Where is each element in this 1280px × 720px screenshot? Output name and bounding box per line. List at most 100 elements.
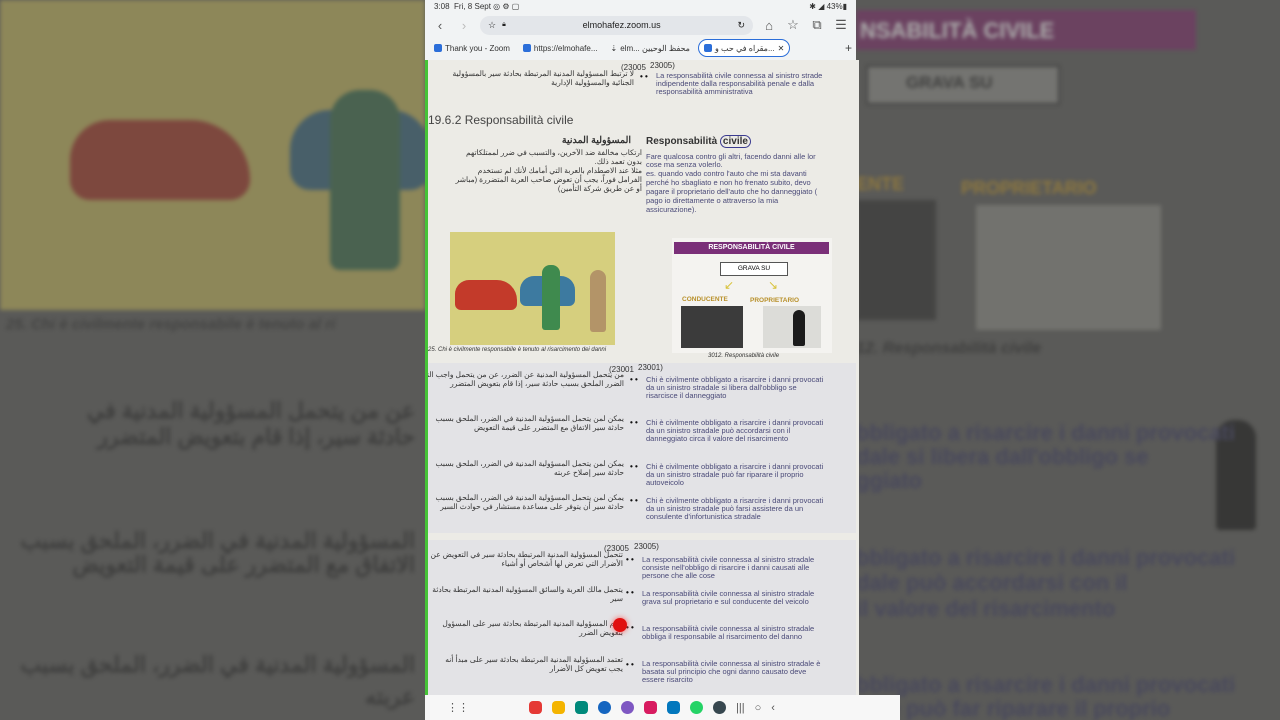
definition-line: assicurazione). — [646, 205, 697, 214]
status-time: 3:08 — [434, 2, 450, 11]
lock-icon[interactable]: 🔒︎ — [502, 21, 506, 29]
bg-grava: GRAVA SU — [906, 73, 993, 92]
menu-icon[interactable]: ☰ — [833, 17, 849, 33]
tab-strip: Thank you - Zoom https://elmohafe... ⇣ el… — [425, 37, 856, 59]
italian-text: autoveicolo — [646, 478, 684, 487]
close-tab-icon[interactable]: ✕ — [778, 44, 785, 53]
arrow-icon: ↙ — [724, 278, 735, 292]
arabic-text: حادثة سير إصلاح عربته — [553, 468, 624, 477]
accident-illustration — [450, 232, 615, 345]
recents-icon[interactable]: ||| — [736, 702, 745, 714]
arabic-text: يمكن لمن يتحمل المسؤولية المدنية في الضر… — [435, 493, 624, 502]
bg-text: dale si libera dall'obbligo se — [856, 444, 1149, 469]
home-icon[interactable]: ⌂ — [761, 18, 777, 33]
arabic-heading: المسؤولية المدنية — [561, 135, 631, 146]
android-navbar: ⋮⋮ ||| ○ ‹ — [425, 695, 900, 720]
arabic-text: من يتحمل المسؤولية المدنية عن الضرر، عن … — [425, 370, 624, 379]
bullet: • • — [640, 72, 648, 81]
arabic-text: حادثة سير الاتفاق مع المتضرر على قيمة ال… — [473, 423, 624, 432]
responsibility-diagram: RESPONSABILITÀ CIVILE GRAVA SU ↙ ↘ CONDU… — [672, 238, 832, 353]
arabic-text: الضرر الملحق بسبب حادثة سير، إذا قام بتع… — [450, 379, 624, 388]
figure-caption: 3012. Responsabilità civile — [708, 353, 780, 359]
arrow-icon: ↘ — [768, 278, 779, 292]
background-illustration — [0, 0, 425, 310]
bullet: • • — [630, 418, 638, 427]
driver-photo — [681, 306, 743, 348]
tabs-icon[interactable]: ⧉ — [809, 17, 825, 33]
arabic-definition: ارتكاب مخالفة ضد الآخرين، والتسبب في ضرر… — [466, 148, 642, 157]
bullet: • • — [626, 588, 634, 597]
background-left: 25. Chi è civilmente responsabile è tenu… — [0, 0, 425, 720]
tab-label: Thank you - Zoom — [445, 43, 510, 53]
whatsapp-icon[interactable] — [690, 701, 703, 714]
bullet: • • — [630, 462, 638, 471]
tab-zoom[interactable]: Thank you - Zoom — [429, 40, 515, 56]
arabic-text: تتحمل المسؤولية المدنية المرتبطة بحادثة … — [430, 550, 624, 559]
app-drawer-icon[interactable]: ⋮⋮ — [447, 701, 469, 714]
tab-elmohafez[interactable]: https://elmohafe... — [518, 40, 603, 56]
zoom-icon — [522, 44, 531, 52]
bg-text: bbligato a risarcire i danni provocati — [856, 420, 1235, 445]
arabic-text: يتحمل مالك العربة والسائق المسؤولية المد… — [432, 585, 623, 594]
italian-text: risarcisce il danneggiato — [646, 391, 727, 400]
bg-arabic: عن من يتحمل المسؤولية المدنية في — [86, 398, 415, 423]
status-date: Fri, 8 Sept — [454, 2, 491, 11]
app-icon[interactable] — [575, 701, 588, 714]
zoom-icon — [434, 44, 442, 52]
arabic-definition: مثلا عند الاصطدام بالعربة التي أمامك لأن… — [477, 166, 642, 175]
diagram-grava: GRAVA SU — [720, 262, 788, 276]
definition-line: cose ma senza volerlo. — [646, 160, 723, 169]
zoom-icon — [703, 44, 712, 52]
battery-icon: ▮ — [842, 2, 847, 11]
question-number: 23001) — [638, 363, 663, 372]
arabic-text: الأضرار التي تعرض لها أشخاص أو أشياء — [501, 559, 623, 568]
back-icon[interactable]: ‹ — [432, 18, 448, 33]
arabic-definition: بدون تعمد ذلك. — [594, 157, 642, 166]
address-bar[interactable]: ☆ 🔒︎ elmohafez.zoom.us ↻ — [480, 15, 753, 35]
bullet: • • — [626, 623, 634, 632]
phone-screen: 3:08 Fri, 8 Sept ◎ ⚙ ▢ ✱ ◢ 43%▮ ‹ › ☆ 🔒︎… — [425, 0, 900, 720]
italian-text: essere risarcito — [642, 675, 693, 684]
forward-icon[interactable]: › — [456, 18, 472, 33]
bg-arabic: المسؤولية المدنية في الضرر، الملحق بسبب — [20, 528, 415, 553]
home-button-icon[interactable]: ○ — [755, 702, 762, 714]
battery-level: 43% — [826, 2, 843, 11]
reload-icon[interactable]: ↻ — [737, 20, 745, 31]
download-icon: ⇣ — [610, 43, 618, 53]
tab-mohafez[interactable]: ⇣ elm... محفظ الوحيين — [606, 40, 695, 56]
back-button-icon[interactable]: ‹ — [771, 702, 775, 714]
figure-caption: 25. Chi è civilmente responsabile è tenu… — [428, 347, 607, 353]
tab-label: https://elmohafe... — [533, 43, 598, 53]
tab-active[interactable]: مقراه في حب و... ✕ — [697, 39, 791, 57]
app-icon[interactable] — [529, 701, 542, 714]
new-tab-icon[interactable]: + — [845, 41, 852, 55]
messages-icon[interactable] — [598, 701, 611, 714]
arabic-text: يمكن لمن يتحمل المسؤولية المدنية في الضر… — [435, 414, 624, 423]
bg-text: bbligato a risarcire i danni provocati — [856, 672, 1235, 697]
bookmark-star-icon[interactable]: ☆ — [488, 20, 496, 31]
outlook-icon[interactable] — [667, 701, 680, 714]
app-icon[interactable] — [552, 701, 565, 714]
arabic-definition: أو عن طريق شركة التأمين) — [557, 184, 642, 193]
definition-line: pago io direttamente o attraverso la mia — [646, 196, 779, 205]
bg-title: NSABILITÀ CIVILE — [860, 18, 1055, 43]
bg-caption: 25. Chi è civilmente responsabile è tenu… — [6, 316, 336, 333]
settings-icon[interactable] — [713, 701, 726, 714]
italian-text: danneggiato circa il valore del risarcim… — [646, 434, 789, 443]
term-circled: civile — [719, 135, 751, 148]
italian-text: persone che alle cose — [642, 571, 715, 580]
definition-line: pagare il proprietario dell'auto che ho … — [646, 187, 818, 196]
arabic-text: تلزم المسؤولية المدنية المرتبطة بحادثة س… — [442, 619, 623, 628]
italian-text: consulente d'infortunistica stradale — [646, 512, 761, 521]
app-icon[interactable] — [644, 701, 657, 714]
bg-label: ENTE — [856, 174, 905, 194]
app-icon[interactable] — [621, 701, 634, 714]
italian-text: obbliga il responsabile al risarcimento … — [642, 632, 803, 641]
bookmarks-icon[interactable]: ☆ — [785, 17, 801, 33]
arabic-definition: الفرامل فوراً، يجب أن تعوض صاحب العربة ا… — [455, 175, 642, 184]
definition-line: es. quando vado contro l'auto che mi sta… — [646, 169, 807, 178]
url-text[interactable]: elmohafez.zoom.us — [512, 20, 732, 30]
bg-arabic: حادثة سير، إذا قام بتعويض المتضرر — [97, 424, 415, 449]
arabic-text: الجنائية والمسؤولية الإدارية — [551, 78, 634, 87]
bullet: • • — [630, 496, 638, 505]
